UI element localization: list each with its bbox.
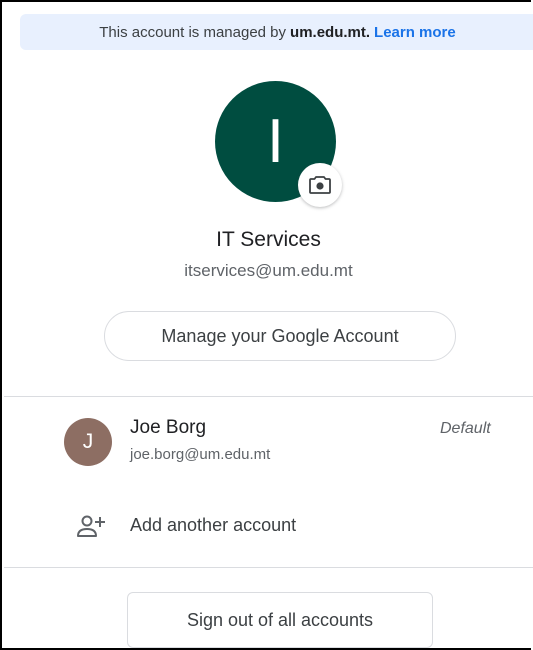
camera-icon	[309, 176, 331, 194]
manage-account-button[interactable]: Manage your Google Account	[104, 311, 456, 361]
banner-domain: um.edu.mt.	[290, 23, 371, 41]
divider	[4, 396, 533, 397]
profile-avatar-initial: I	[266, 107, 285, 176]
account-avatar-initial: J	[82, 430, 94, 453]
profile-email: itservices@um.edu.mt	[184, 261, 353, 280]
banner-text: This account is managed by	[99, 23, 287, 41]
account-popup: This account is managed by um.edu.mt. Le…	[0, 0, 533, 650]
change-photo-button[interactable]	[298, 163, 342, 207]
add-person-icon	[77, 515, 105, 537]
managed-account-banner: This account is managed by um.edu.mt. Le…	[20, 14, 533, 50]
account-name: Joe Borg	[130, 417, 207, 438]
learn-more-link[interactable]: Learn more	[374, 24, 456, 41]
profile-name: IT Services	[216, 228, 321, 251]
account-list-item[interactable]: J Joe Borg joe.borg@um.edu.mt Default	[4, 398, 533, 486]
default-badge: Default	[440, 420, 491, 437]
add-account-label: Add another account	[130, 515, 297, 535]
sign-out-all-button[interactable]: Sign out of all accounts	[127, 592, 433, 648]
add-account-button[interactable]: Add another account	[4, 502, 533, 550]
account-email: joe.borg@um.edu.mt	[130, 446, 271, 463]
divider	[4, 567, 533, 568]
account-avatar: J	[64, 418, 112, 466]
